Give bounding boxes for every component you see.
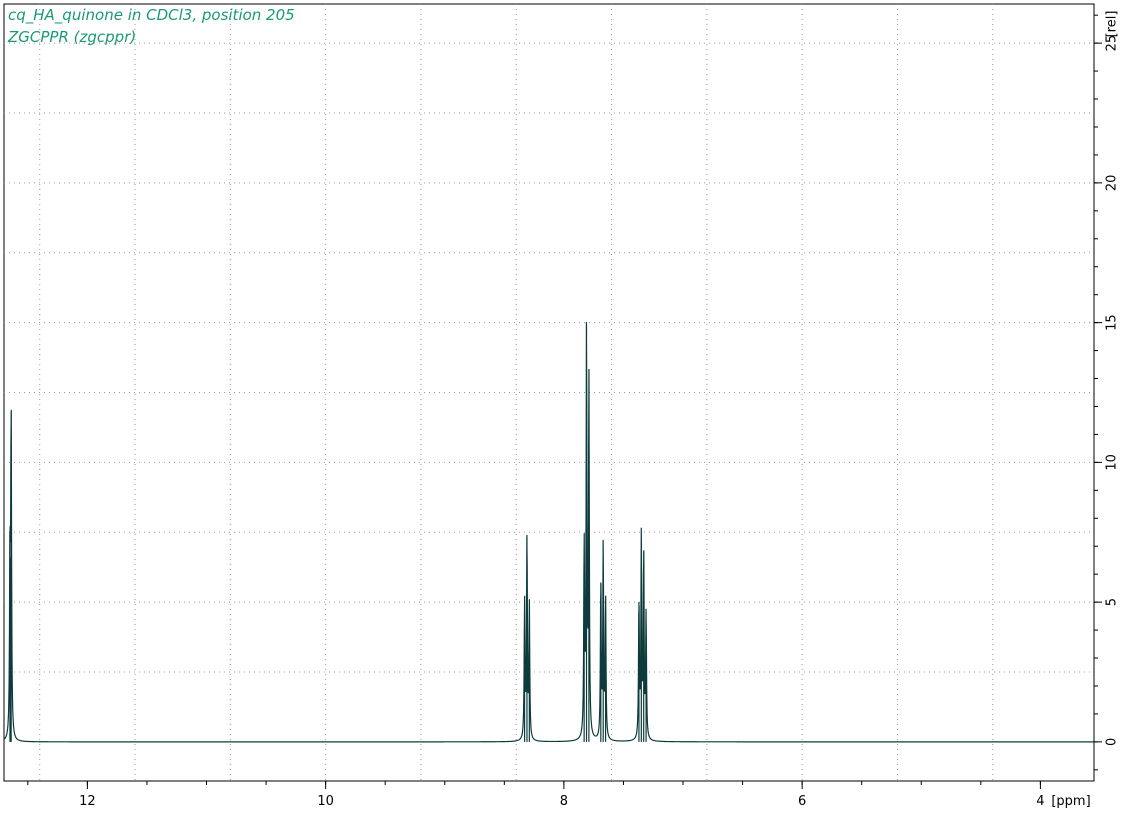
y-tick-label: 5 [1105, 598, 1120, 606]
x-tick-label: 10 [317, 794, 334, 809]
grid-lines [4, 4, 1094, 781]
y-tick-label: 0 [1105, 738, 1120, 746]
spectrum-title-line-2: ZGCPPR (zgcppr) [8, 28, 137, 46]
x-tick-label: 12 [79, 794, 96, 809]
spectrum-title-line-1: cq_HA_quinone in CDCl3, position 205 [8, 6, 295, 24]
x-tick-label: 6 [798, 794, 806, 809]
y-axis-label: [rel] [1105, 11, 1120, 38]
x-tick-label: 8 [560, 794, 568, 809]
axis-labels: 12 10 8 6 4 [ppm]0510152025[rel] [79, 11, 1119, 809]
spectrum-plot: 12 10 8 6 4 [ppm]0510152025[rel] [3, 3, 1120, 809]
x-axis-label: [ppm] [1051, 794, 1090, 809]
y-tick-label: 15 [1105, 314, 1120, 331]
nmr-spectrum-chart: 12 10 8 6 4 [ppm] 0 5 10 15 20 25 [rel] cq_HA_quinon… [0, 0, 1124, 811]
x-tick-label: 4 [1036, 794, 1044, 809]
axis-ticks [27, 14, 1102, 789]
y-tick-label: 20 [1105, 175, 1120, 192]
y-tick-label: 10 [1105, 454, 1120, 471]
